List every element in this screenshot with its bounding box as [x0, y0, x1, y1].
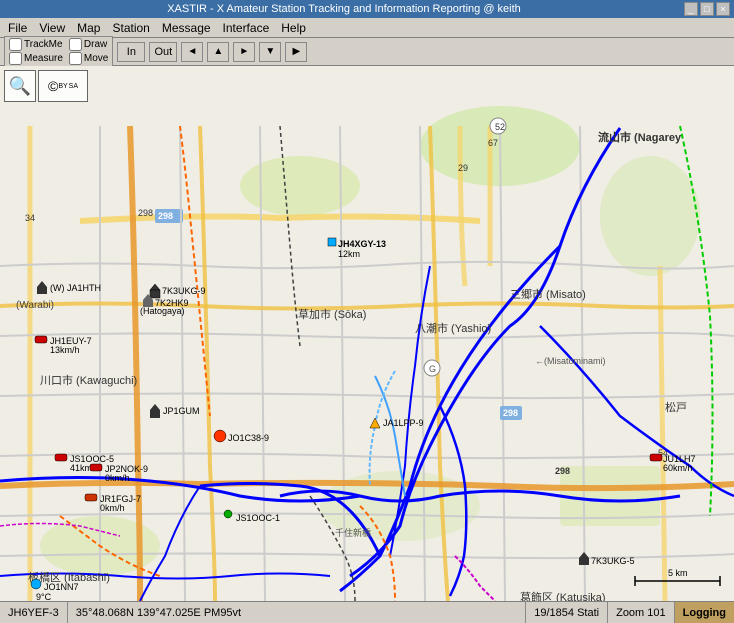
svg-text:0km/h: 0km/h	[100, 503, 125, 513]
nav-up-button[interactable]: ▲	[207, 42, 229, 62]
status-coords: 35°48.068N 139°47.025E PM95vt	[68, 602, 527, 623]
zoom-out-button[interactable]: Out	[149, 42, 177, 62]
nav-down-button[interactable]: ▼	[259, 42, 281, 62]
svg-text:0km/h: 0km/h	[105, 473, 130, 483]
draw-checkbox-label[interactable]: Draw	[69, 38, 108, 51]
svg-text:JH4XGY-13: JH4XGY-13	[338, 239, 386, 249]
svg-text:千住新橋: 千住新橋	[335, 527, 371, 538]
map-svg-overlay: 298 34 67 29 54 298	[0, 66, 734, 601]
svg-text:(W) JA1HTH: (W) JA1HTH	[50, 283, 101, 293]
svg-text:67: 67	[488, 138, 498, 148]
zoom-in-button[interactable]: In	[117, 42, 145, 62]
svg-text:13km/h: 13km/h	[50, 345, 80, 355]
menu-help[interactable]: Help	[275, 20, 312, 36]
nav-left-button[interactable]: ◄	[181, 42, 203, 62]
menu-interface[interactable]: Interface	[217, 20, 276, 36]
menu-station[interactable]: Station	[106, 20, 155, 36]
svg-text:JS1OOC-1: JS1OOC-1	[236, 513, 280, 523]
svg-text:松戸: 松戸	[665, 400, 687, 414]
svg-text:三郷市 (Misato): 三郷市 (Misato)	[510, 287, 586, 301]
menu-map[interactable]: Map	[71, 20, 106, 36]
magnifier-icon[interactable]: 🔍	[4, 70, 36, 102]
svg-text:G: G	[429, 364, 436, 374]
move-checkbox[interactable]	[69, 52, 82, 65]
svg-text:52: 52	[495, 122, 505, 132]
svg-text:八潮市 (Yashio): 八潮市 (Yashio)	[415, 321, 491, 335]
toolbar-trackme-section: TrackMe Measure Draw Move	[4, 36, 113, 67]
svg-text:7K3UKG-9: 7K3UKG-9	[162, 286, 206, 296]
status-stations: 19/1854 Stati	[526, 602, 608, 623]
svg-text:298: 298	[503, 408, 518, 418]
maximize-button[interactable]: □	[700, 2, 714, 16]
svg-text:5 km: 5 km	[668, 568, 688, 578]
creative-commons-icon: © BYSA	[38, 70, 88, 102]
minimize-button[interactable]: _	[684, 2, 698, 16]
svg-text:草加市 (Sōka): 草加市 (Sōka)	[298, 307, 366, 321]
menu-message[interactable]: Message	[156, 20, 217, 36]
trackme-checkbox-label[interactable]: TrackMe	[9, 38, 63, 51]
svg-text:60km/h: 60km/h	[663, 463, 693, 473]
statusbar: JH6YEF-3 35°48.068N 139°47.025E PM95vt 1…	[0, 601, 734, 623]
close-button[interactable]: ×	[716, 2, 730, 16]
menu-view[interactable]: View	[33, 20, 71, 36]
map-area[interactable]: 298 34 67 29 54 298	[0, 66, 734, 601]
titlebar: XASTIR - X Amateur Station Tracking and …	[0, 0, 734, 18]
svg-text:JO1NN7: JO1NN7	[44, 582, 79, 592]
svg-text:298: 298	[158, 211, 173, 221]
svg-text:(Hatogaya): (Hatogaya)	[140, 306, 185, 316]
move-checkbox-label[interactable]: Move	[69, 52, 108, 65]
svg-text:JO1C38-9: JO1C38-9	[228, 433, 269, 443]
svg-text:(Warabi): (Warabi)	[16, 300, 54, 311]
svg-text:流山市 (Nagarey: 流山市 (Nagarey	[598, 130, 682, 144]
status-zoom: Zoom 101	[608, 602, 675, 623]
svg-text:JA1LPP-9: JA1LPP-9	[383, 418, 424, 428]
svg-text:29: 29	[458, 163, 468, 173]
nav-right-button[interactable]: ►	[233, 42, 255, 62]
menu-file[interactable]: File	[2, 20, 33, 36]
svg-text:←(Misatominami): ←(Misatominami)	[535, 356, 606, 366]
svg-text:298: 298	[555, 466, 570, 476]
svg-text:川口市 (Kawaguchi): 川口市 (Kawaguchi)	[40, 373, 137, 387]
nav-play-button[interactable]: ▶	[285, 42, 307, 62]
svg-text:298: 298	[138, 208, 153, 218]
svg-text:12km: 12km	[338, 249, 360, 259]
svg-text:34: 34	[25, 213, 35, 223]
titlebar-title: XASTIR - X Amateur Station Tracking and …	[4, 3, 684, 15]
measure-checkbox[interactable]	[9, 52, 22, 65]
toolbar: TrackMe Measure Draw Move In Out ◄ ▲ ► ▼…	[0, 38, 734, 66]
titlebar-controls: _ □ ×	[684, 2, 730, 16]
trackme-checkbox[interactable]	[9, 38, 22, 51]
svg-text:9°C: 9°C	[36, 592, 52, 601]
svg-text:7K3UKG-5: 7K3UKG-5	[591, 556, 635, 566]
measure-checkbox-label[interactable]: Measure	[9, 52, 63, 65]
svg-text:葛飾区 (Katusika): 葛飾区 (Katusika)	[520, 591, 606, 601]
map-icons-area: 🔍 © BYSA	[4, 70, 88, 102]
status-callsign: JH6YEF-3	[0, 602, 68, 623]
menubar: File View Map Station Message Interface …	[0, 18, 734, 38]
draw-checkbox[interactable]	[69, 38, 82, 51]
svg-text:JP1GUM: JP1GUM	[163, 406, 200, 416]
status-logging: Logging	[675, 602, 734, 623]
